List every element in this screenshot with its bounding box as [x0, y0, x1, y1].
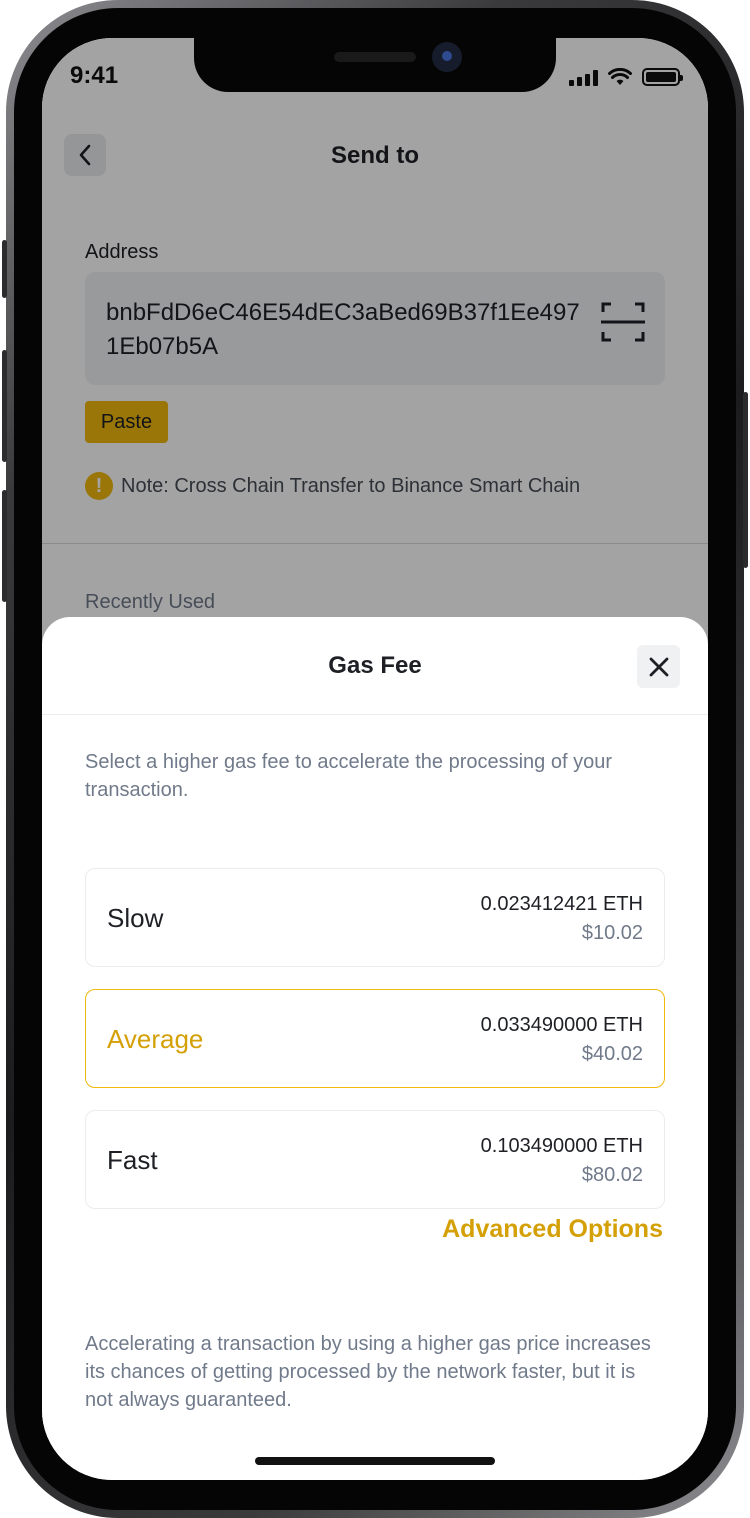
- front-camera: [432, 42, 462, 72]
- volume-up-button: [2, 350, 7, 462]
- fee-option-slow[interactable]: Slow 0.023412421 ETH $10.02: [85, 868, 665, 967]
- fee-option-fast[interactable]: Fast 0.103490000 ETH $80.02: [85, 1110, 665, 1209]
- fee-option-usd: $40.02: [581, 1043, 643, 1065]
- sheet-title: Gas Fee: [328, 652, 422, 679]
- close-button[interactable]: [637, 645, 680, 688]
- fee-option-eth: 0.033490000 ETH: [480, 1014, 643, 1036]
- fee-option-name: Slow: [107, 903, 164, 933]
- volume-down-button: [2, 490, 7, 602]
- notch: [194, 38, 556, 92]
- fee-option-name: Fast: [107, 1145, 158, 1175]
- power-button: [743, 392, 748, 568]
- gas-fee-description: Select a higher gas fee to accelerate th…: [85, 751, 612, 801]
- fee-option-usd: $10.02: [581, 922, 643, 944]
- fee-option-eth: 0.023412421 ETH: [480, 893, 643, 915]
- fee-option-name: Average: [107, 1024, 204, 1054]
- acceleration-note: Accelerating a transaction by using a hi…: [85, 1333, 651, 1411]
- phone-screen: 9:41 Send to Address bnbFdD6eC46E54dEC3a…: [42, 38, 708, 1480]
- mute-switch: [2, 240, 7, 298]
- close-icon: [649, 657, 668, 676]
- fee-option-usd: $80.02: [581, 1164, 643, 1186]
- home-indicator[interactable]: [255, 1457, 495, 1465]
- sheet-divider: [42, 714, 708, 715]
- advanced-options-link[interactable]: Advanced Options: [442, 1215, 663, 1244]
- speaker: [334, 52, 416, 62]
- fee-option-eth: 0.103490000 ETH: [480, 1135, 643, 1157]
- fee-option-average[interactable]: Average 0.033490000 ETH $40.02: [85, 989, 665, 1088]
- gas-fee-sheet: Gas Fee Select a higher gas fee to accel…: [42, 617, 708, 1480]
